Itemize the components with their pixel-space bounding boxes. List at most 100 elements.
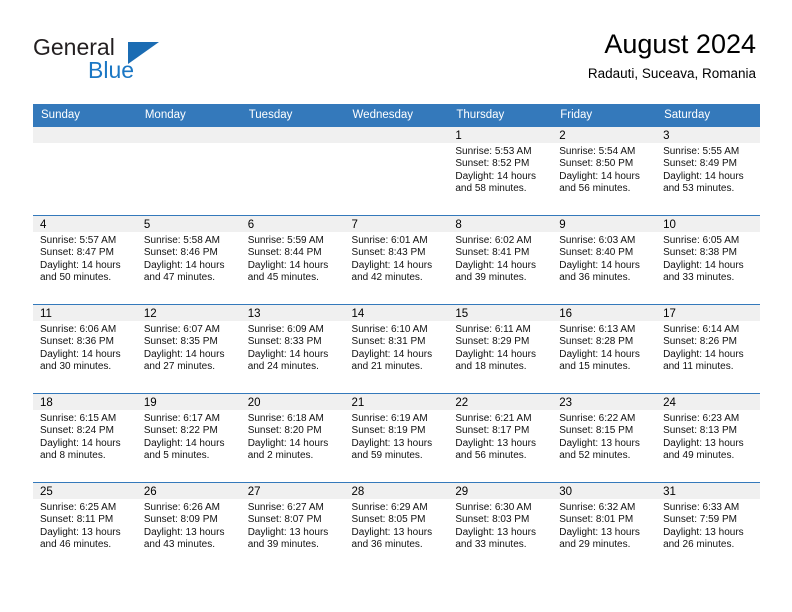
sunset-time: Sunset: 8:01 PM bbox=[559, 514, 634, 526]
daylight-duration-line2: and 58 minutes. bbox=[455, 183, 527, 195]
calendar-day-cell[interactable]: 17 Sunrise: 6:14 AM Sunset: 8:26 PM Dayligh… bbox=[656, 304, 760, 394]
calendar-day-cell[interactable]: 22 Sunrise: 6:21 AM Sunset: 8:17 PM Dayligh… bbox=[448, 393, 553, 483]
day-number: 15 bbox=[448, 305, 553, 321]
day-details: Sunrise: 6:27 AM Sunset: 8:07 PM Daylight:… bbox=[241, 499, 345, 552]
calendar-day-cell[interactable]: 27 Sunrise: 6:27 AM Sunset: 8:07 PM Dayligh… bbox=[240, 482, 345, 572]
calendar-day-cell[interactable]: 14 Sunrise: 6:10 AM Sunset: 8:31 PM Dayligh… bbox=[344, 304, 449, 394]
sunset-time: Sunset: 8:49 PM bbox=[663, 158, 737, 170]
sunrise-time: Sunrise: 6:19 AM bbox=[351, 413, 428, 424]
daylight-duration-line2: and 59 minutes. bbox=[351, 450, 423, 462]
day-details bbox=[33, 143, 137, 146]
daylight-duration-line2: and 56 minutes. bbox=[559, 183, 631, 195]
sunrise-time: Sunrise: 6:06 AM bbox=[40, 324, 117, 335]
daylight-duration-line2: and 21 minutes. bbox=[351, 361, 423, 373]
calendar-day-cell[interactable]: 4 Sunrise: 5:57 AM Sunset: 8:47 PM Daylight… bbox=[33, 215, 137, 305]
calendar-day-cell[interactable]: 30 Sunrise: 6:32 AM Sunset: 8:01 PM Dayligh… bbox=[552, 482, 657, 572]
day-number: 6 bbox=[240, 216, 345, 232]
daylight-duration-line2: and 49 minutes. bbox=[663, 450, 735, 462]
calendar-day-cell[interactable]: 23 Sunrise: 6:22 AM Sunset: 8:15 PM Dayligh… bbox=[552, 393, 657, 483]
day-number: 30 bbox=[552, 483, 657, 499]
day-details: Sunrise: 6:09 AM Sunset: 8:33 PM Daylight:… bbox=[241, 321, 345, 374]
calendar-day-cell[interactable]: 11 Sunrise: 6:06 AM Sunset: 8:36 PM Dayligh… bbox=[33, 304, 137, 394]
sunrise-time: Sunrise: 5:55 AM bbox=[663, 146, 740, 157]
day-details: Sunrise: 6:07 AM Sunset: 8:35 PM Daylight:… bbox=[137, 321, 241, 374]
daylight-duration-line2: and 11 minutes. bbox=[663, 361, 734, 373]
day-details bbox=[241, 143, 345, 146]
daylight-duration-line1: Daylight: 14 hours bbox=[663, 348, 744, 360]
calendar-day-cell[interactable]: 29 Sunrise: 6:30 AM Sunset: 8:03 PM Dayligh… bbox=[448, 482, 553, 572]
calendar-day-cell[interactable]: 26 Sunrise: 6:26 AM Sunset: 8:09 PM Dayligh… bbox=[136, 482, 241, 572]
day-details: Sunrise: 6:15 AM Sunset: 8:24 PM Daylight:… bbox=[33, 410, 137, 463]
calendar-day-cell[interactable]: 1 Sunrise: 5:53 AM Sunset: 8:52 PM Daylight… bbox=[448, 126, 553, 216]
daylight-duration-line2: and 29 minutes. bbox=[559, 539, 631, 551]
daylight-duration-line2: and 43 minutes. bbox=[143, 539, 216, 551]
sunrise-time: Sunrise: 5:58 AM bbox=[143, 235, 220, 246]
calendar-day-cell[interactable]: 12 Sunrise: 6:07 AM Sunset: 8:35 PM Dayligh… bbox=[136, 304, 241, 394]
sunset-time: Sunset: 8:07 PM bbox=[247, 514, 322, 526]
daylight-duration-line2: and 8 minutes. bbox=[40, 450, 106, 462]
calendar-day-cell[interactable]: 5 Sunrise: 5:58 AM Sunset: 8:46 PM Daylight… bbox=[136, 215, 241, 305]
day-details: Sunrise: 6:11 AM Sunset: 8:29 PM Daylight:… bbox=[448, 321, 552, 374]
day-number: 17 bbox=[656, 305, 760, 321]
calendar-day-cell[interactable]: 10 Sunrise: 6:05 AM Sunset: 8:38 PM Dayligh… bbox=[656, 215, 760, 305]
sunset-time: Sunset: 8:05 PM bbox=[351, 514, 426, 526]
sunrise-time: Sunrise: 6:11 AM bbox=[455, 324, 531, 335]
calendar-day-cell[interactable]: 2 Sunrise: 5:54 AM Sunset: 8:50 PM Daylight… bbox=[552, 126, 657, 216]
brand-logo[interactable]: General Blue bbox=[33, 34, 243, 88]
day-details: Sunrise: 6:01 AM Sunset: 8:43 PM Daylight:… bbox=[345, 232, 449, 285]
sunset-time: Sunset: 8:31 PM bbox=[351, 336, 426, 348]
sunrise-time: Sunrise: 6:05 AM bbox=[663, 235, 740, 246]
sunset-time: Sunset: 7:59 PM bbox=[663, 514, 737, 526]
calendar-day-cell[interactable]: 25 Sunrise: 6:25 AM Sunset: 8:11 PM Dayligh… bbox=[33, 482, 137, 572]
sunset-time: Sunset: 8:24 PM bbox=[40, 425, 114, 437]
calendar-cell-empty bbox=[136, 126, 241, 216]
daylight-duration-line1: Daylight: 14 hours bbox=[559, 259, 640, 271]
calendar-week-row: 11 Sunrise: 6:06 AM Sunset: 8:36 PM Dayligh… bbox=[33, 304, 760, 394]
calendar-day-cell[interactable]: 18 Sunrise: 6:15 AM Sunset: 8:24 PM Dayligh… bbox=[33, 393, 137, 483]
daylight-duration-line1: Daylight: 13 hours bbox=[663, 437, 744, 449]
daylight-duration-line1: Daylight: 14 hours bbox=[143, 348, 225, 360]
sunset-time: Sunset: 8:43 PM bbox=[351, 247, 426, 259]
calendar-day-cell[interactable]: 19 Sunrise: 6:17 AM Sunset: 8:22 PM Dayligh… bbox=[136, 393, 241, 483]
sunset-time: Sunset: 8:38 PM bbox=[663, 247, 737, 259]
calendar-day-cell[interactable]: 3 Sunrise: 5:55 AM Sunset: 8:49 PM Daylight… bbox=[656, 126, 760, 216]
sunrise-time: Sunrise: 6:17 AM bbox=[143, 413, 220, 424]
sunset-time: Sunset: 8:44 PM bbox=[247, 247, 322, 259]
daylight-duration-line2: and 53 minutes. bbox=[663, 183, 735, 195]
sunset-time: Sunset: 8:41 PM bbox=[455, 247, 530, 259]
day-number: 22 bbox=[448, 394, 553, 410]
calendar-week-row: 1 Sunrise: 5:53 AM Sunset: 8:52 PM Daylight… bbox=[33, 126, 760, 216]
sunset-time: Sunset: 8:20 PM bbox=[247, 425, 322, 437]
calendar-day-cell[interactable]: 9 Sunrise: 6:03 AM Sunset: 8:40 PM Daylight… bbox=[552, 215, 657, 305]
calendar-day-cell[interactable]: 28 Sunrise: 6:29 AM Sunset: 8:05 PM Dayligh… bbox=[344, 482, 449, 572]
daylight-duration-line1: Daylight: 14 hours bbox=[455, 170, 536, 182]
calendar-day-cell[interactable]: 8 Sunrise: 6:02 AM Sunset: 8:41 PM Daylight… bbox=[448, 215, 553, 305]
calendar-day-cell[interactable]: 13 Sunrise: 6:09 AM Sunset: 8:33 PM Dayligh… bbox=[240, 304, 345, 394]
daylight-duration-line2: and 42 minutes. bbox=[351, 272, 423, 284]
day-details: Sunrise: 6:02 AM Sunset: 8:41 PM Daylight:… bbox=[448, 232, 552, 285]
daylight-duration-line1: Daylight: 13 hours bbox=[247, 526, 329, 538]
sunrise-time: Sunrise: 6:21 AM bbox=[455, 413, 532, 424]
day-number: 25 bbox=[33, 483, 137, 499]
sunrise-time: Sunrise: 6:02 AM bbox=[455, 235, 532, 246]
calendar-day-cell[interactable]: 21 Sunrise: 6:19 AM Sunset: 8:19 PM Dayligh… bbox=[344, 393, 449, 483]
daylight-duration-line2: and 5 minutes. bbox=[143, 450, 210, 462]
sunset-time: Sunset: 8:11 PM bbox=[40, 514, 114, 526]
sunset-time: Sunset: 8:52 PM bbox=[455, 158, 530, 170]
day-details: Sunrise: 5:59 AM Sunset: 8:44 PM Daylight:… bbox=[241, 232, 345, 285]
daylight-duration-line2: and 33 minutes. bbox=[455, 539, 527, 551]
day-number: 28 bbox=[344, 483, 449, 499]
day-number: 5 bbox=[136, 216, 241, 232]
calendar-day-cell[interactable]: 16 Sunrise: 6:13 AM Sunset: 8:28 PM Dayligh… bbox=[552, 304, 657, 394]
calendar-day-cell[interactable]: 20 Sunrise: 6:18 AM Sunset: 8:20 PM Dayligh… bbox=[240, 393, 345, 483]
calendar-cell-empty bbox=[344, 126, 449, 216]
weekday-header-sunday: Sunday bbox=[33, 104, 137, 127]
day-number bbox=[136, 127, 241, 143]
daylight-duration-line2: and 33 minutes. bbox=[663, 272, 735, 284]
calendar-day-cell[interactable]: 7 Sunrise: 6:01 AM Sunset: 8:43 PM Daylight… bbox=[344, 215, 449, 305]
calendar-day-cell[interactable]: 31 Sunrise: 6:33 AM Sunset: 7:59 PM Dayligh… bbox=[656, 482, 760, 572]
calendar-day-cell[interactable]: 15 Sunrise: 6:11 AM Sunset: 8:29 PM Dayligh… bbox=[448, 304, 553, 394]
calendar-day-cell[interactable]: 6 Sunrise: 5:59 AM Sunset: 8:44 PM Daylight… bbox=[240, 215, 345, 305]
calendar-day-cell[interactable]: 24 Sunrise: 6:23 AM Sunset: 8:13 PM Dayligh… bbox=[656, 393, 760, 483]
day-details: Sunrise: 6:23 AM Sunset: 8:13 PM Daylight:… bbox=[656, 410, 760, 463]
